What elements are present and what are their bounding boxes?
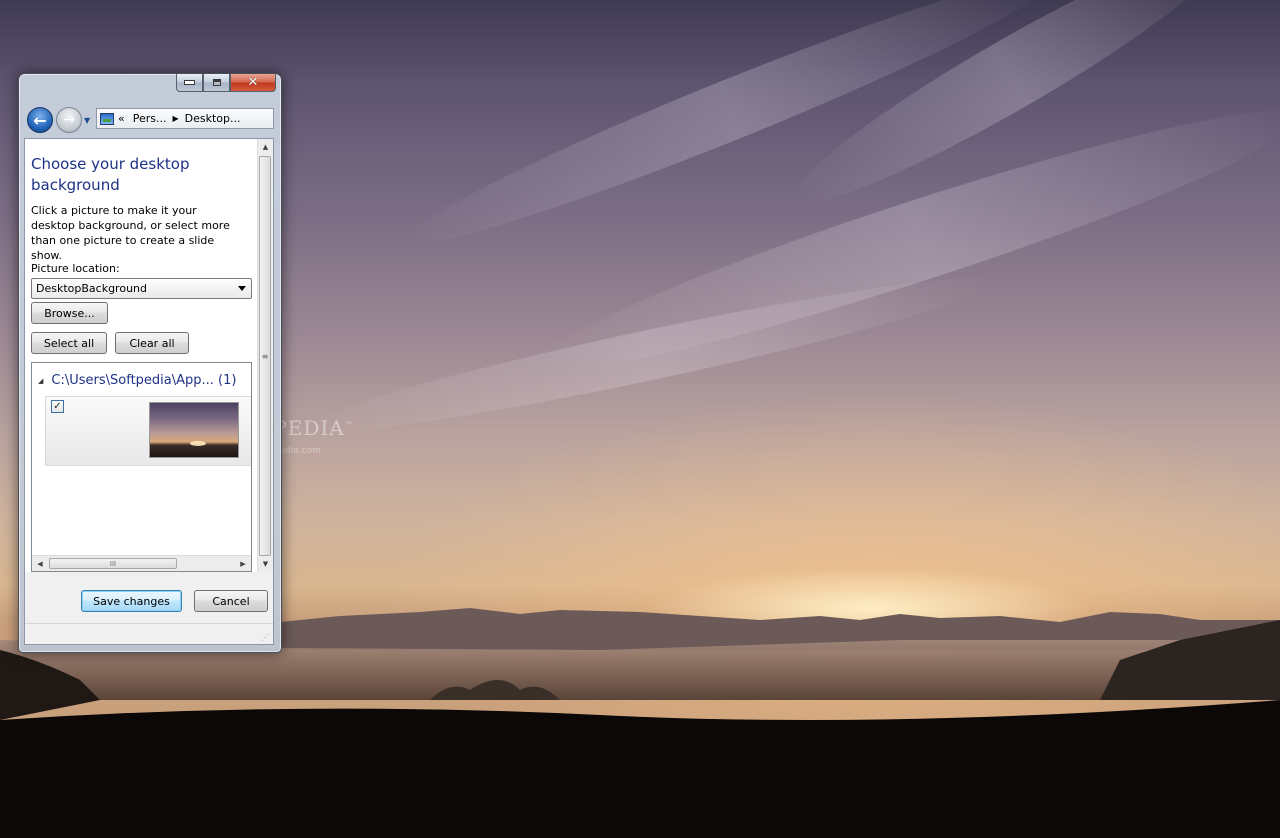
wallpaper-thumbnail[interactable] <box>149 402 239 458</box>
control-panel-icon <box>100 112 114 125</box>
cancel-button[interactable]: Cancel <box>194 590 268 612</box>
chevron-down-icon <box>238 286 246 291</box>
personalization-window: ✕ ← → ▼ « Pers... ▶ Desktop... Choose yo… <box>18 73 282 653</box>
horizontal-scrollbar[interactable]: ◀ III ▶ <box>32 555 251 571</box>
clear-all-button[interactable]: Clear all <box>115 332 189 354</box>
breadcrumb-separator-icon[interactable]: ▶ <box>173 114 179 123</box>
picture-list: ◢ C:\Users\Softpedia\App... (1) ✓ ◀ III … <box>31 362 252 572</box>
minimize-icon <box>184 80 195 85</box>
back-button[interactable]: ← <box>27 107 53 133</box>
picture-location-label: Picture location: <box>31 262 120 275</box>
horizontal-scroll-thumb[interactable]: III <box>49 558 177 569</box>
scroll-up-icon[interactable]: ▲ <box>258 139 273 155</box>
browse-button[interactable]: Browse... <box>31 302 108 324</box>
page-title: Choose your desktop background <box>31 155 190 194</box>
picture-group-header[interactable]: ◢ C:\Users\Softpedia\App... (1) <box>38 373 236 388</box>
scroll-down-icon[interactable]: ▼ <box>258 556 273 572</box>
minimize-button[interactable] <box>176 74 203 92</box>
vertical-scrollbar[interactable]: ▲ ≡ ▼ <box>257 139 273 572</box>
status-bar: ⋰ <box>25 623 273 644</box>
select-all-button[interactable]: Select all <box>31 332 107 354</box>
picture-location-value: DesktopBackground <box>36 282 147 295</box>
content-pane: Choose your desktop background Click a p… <box>24 138 274 645</box>
recent-pages-dropdown[interactable]: ▼ <box>84 116 93 125</box>
collapse-triangle-icon[interactable]: ◢ <box>38 377 43 385</box>
page-description: Click a picture to make it your desktop … <box>31 204 230 262</box>
back-arrow-icon: ← <box>33 110 47 130</box>
maximize-icon <box>212 79 221 86</box>
navigation-bar: ← → ▼ « Pers... ▶ Desktop... <box>25 106 277 136</box>
scroll-right-icon[interactable]: ▶ <box>235 556 251 571</box>
breadcrumb-personalization[interactable]: Pers... <box>133 112 167 125</box>
resize-grip-icon[interactable]: ⋰ <box>261 633 271 643</box>
dialog-footer: Save changes Cancel ⋰ <box>25 572 273 644</box>
close-icon: ✕ <box>247 75 259 90</box>
scroll-left-icon[interactable]: ◀ <box>32 556 48 571</box>
picture-tile[interactable]: ✓ <box>45 396 251 466</box>
close-button[interactable]: ✕ <box>230 74 276 92</box>
save-changes-button[interactable]: Save changes <box>81 590 182 612</box>
maximize-button[interactable] <box>203 74 230 92</box>
address-bar[interactable]: « Pers... ▶ Desktop... <box>96 108 274 129</box>
forward-arrow-icon: → <box>63 112 75 128</box>
vertical-scroll-thumb[interactable]: ≡ <box>259 156 271 556</box>
picture-group-path: C:\Users\Softpedia\App... (1) <box>51 373 237 388</box>
breadcrumb-desktop-background[interactable]: Desktop... <box>185 112 241 125</box>
picture-checkbox[interactable]: ✓ <box>51 400 64 413</box>
forward-button[interactable]: → <box>56 107 82 133</box>
picture-location-dropdown[interactable]: DesktopBackground <box>31 278 252 299</box>
caption-buttons: ✕ <box>176 74 276 92</box>
breadcrumb-prefix[interactable]: « <box>118 112 125 125</box>
